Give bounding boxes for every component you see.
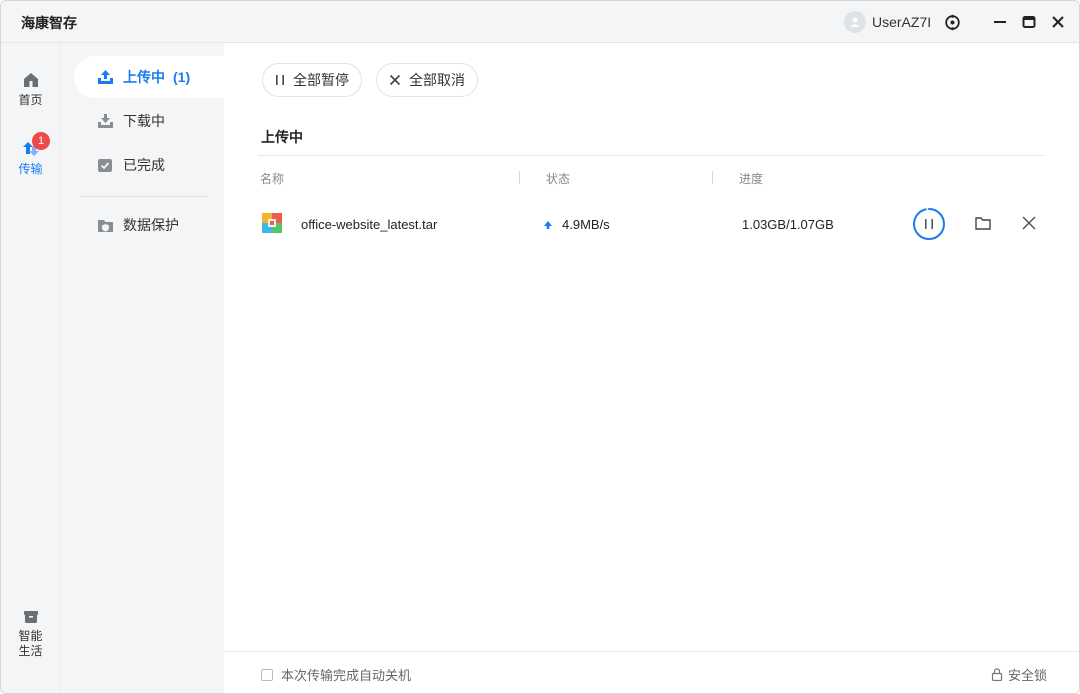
column-header-progress: 进度 — [739, 172, 764, 186]
close-icon — [389, 74, 401, 86]
archive-file-icon — [262, 213, 282, 233]
progress-ring — [913, 208, 945, 240]
transfer-subnav: 上传中 (1) 下载中 已完成 数据保护 — [60, 43, 224, 693]
main-content: 全部暂停 全部取消 上传中 名称 状态 进度 office-website_la… — [224, 43, 1079, 693]
rail-label-home: 首页 — [18, 93, 43, 107]
pause-all-button[interactable]: 全部暂停 — [262, 63, 362, 97]
gear-icon — [944, 14, 960, 30]
transfer-speed: 4.9MB/s — [543, 217, 610, 232]
avatar — [844, 11, 866, 33]
rail-item-transfer[interactable]: 1 传输 — [1, 132, 60, 177]
divider — [258, 155, 1045, 156]
safe-lock-button[interactable]: 安全锁 — [991, 665, 1047, 684]
file-name: office-website_latest.tar — [301, 217, 438, 232]
arrow-up-icon — [544, 220, 552, 229]
rail-label-smart-life: 智能 生活 — [18, 629, 43, 658]
column-header-name: 名称 — [260, 172, 285, 186]
footer-divider — [224, 651, 1079, 652]
smart-life-icon — [23, 611, 38, 623]
left-rail: 首页 1 传输 智能 生活 — [1, 43, 66, 693]
minimize-button[interactable] — [990, 12, 1010, 32]
cancel-all-button[interactable]: 全部取消 — [376, 63, 478, 97]
pause-progress-button[interactable] — [912, 207, 946, 241]
subnav-item-downloading[interactable]: 下载中 — [74, 100, 224, 142]
data-protect-icon — [97, 219, 113, 232]
user-menu[interactable]: UserAZ7I — [844, 10, 931, 34]
auto-shutdown-label: 本次传输完成自动关机 — [281, 668, 412, 683]
maximize-icon — [1022, 16, 1036, 28]
rail-label-transfer: 传输 — [18, 162, 43, 176]
completed-icon — [98, 159, 112, 172]
transfer-badge: 1 — [32, 132, 50, 150]
auto-shutdown-checkbox[interactable] — [261, 668, 273, 681]
minimize-icon — [994, 21, 1006, 23]
settings-button[interactable] — [942, 12, 962, 32]
maximize-button[interactable] — [1019, 12, 1039, 32]
username: UserAZ7I — [872, 14, 932, 30]
subnav-item-completed[interactable]: 已完成 — [74, 144, 224, 186]
close-window-button[interactable] — [1048, 12, 1068, 32]
cancel-transfer-button[interactable] — [1020, 214, 1038, 232]
lock-icon — [991, 668, 1003, 681]
column-separator — [519, 171, 520, 184]
home-icon — [23, 73, 38, 87]
close-icon — [1052, 16, 1064, 28]
user-icon — [850, 17, 860, 27]
open-folder-button[interactable] — [974, 214, 992, 232]
progress-text: 1.03GB/1.07GB — [742, 217, 834, 232]
app-title: 海康智存 — [21, 15, 77, 31]
close-icon — [1022, 216, 1036, 230]
section-title: 上传中 — [261, 129, 303, 145]
folder-icon — [975, 217, 991, 230]
app-window: 海康智存 UserAZ7I 首页 1 传输 智能 生活 上传中 (1) 下载中 … — [0, 0, 1080, 694]
title-bar: 海康智存 UserAZ7I — [1, 1, 1079, 43]
subnav-divider — [80, 196, 208, 197]
auto-shutdown-option: 本次传输完成自动关机 — [261, 665, 411, 684]
uploading-count: (1) — [173, 69, 191, 85]
column-separator — [712, 171, 713, 184]
column-header-status: 状态 — [546, 172, 571, 186]
subnav-item-data-protection[interactable]: 数据保护 — [74, 204, 224, 246]
table-row[interactable]: office-website_latest.tar 4.9MB/s 1.03GB… — [258, 201, 1045, 247]
pause-icon — [276, 75, 284, 85]
pause-icon — [925, 219, 927, 229]
rail-item-home[interactable]: 首页 — [1, 71, 60, 108]
upload-icon — [97, 69, 113, 84]
subnav-item-uploading[interactable]: 上传中 (1) — [74, 56, 224, 98]
rail-item-smart-life[interactable]: 智能 生活 — [1, 609, 60, 659]
download-icon — [97, 113, 113, 128]
